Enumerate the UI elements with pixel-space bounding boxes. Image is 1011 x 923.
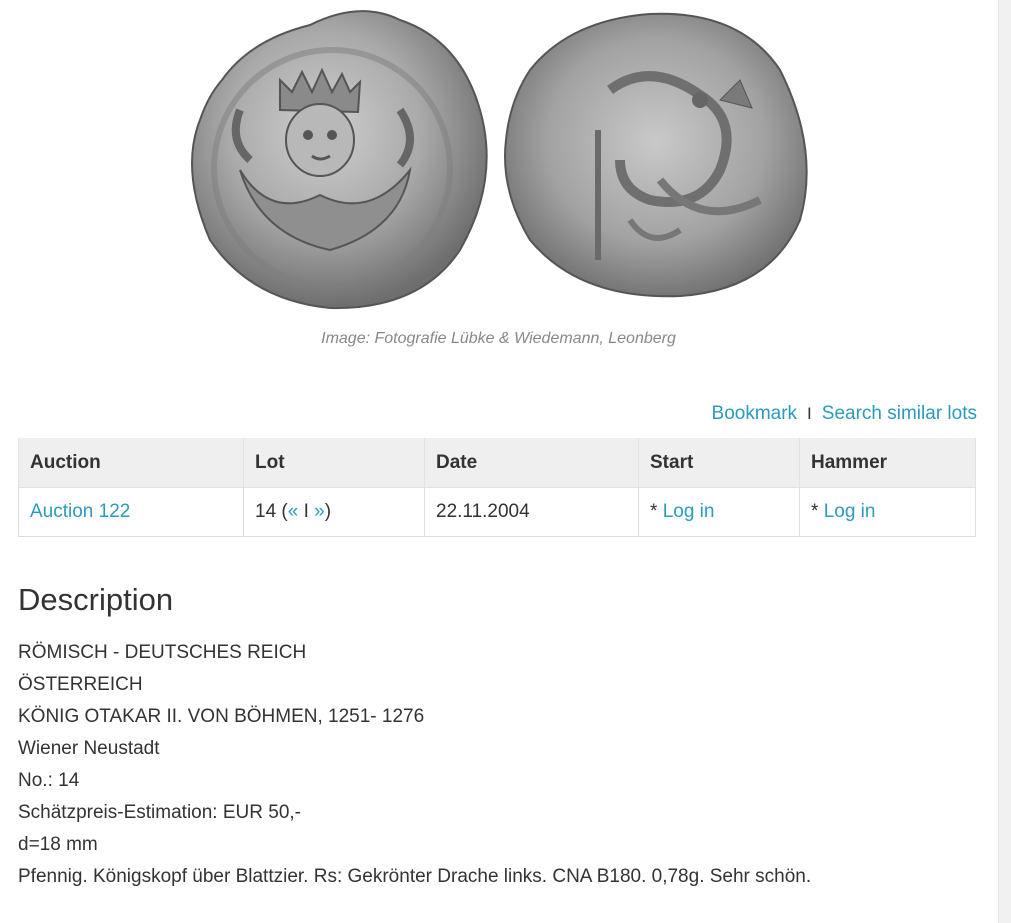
lot-table: Auction Lot Date Start Hammer Auction 12…	[18, 438, 976, 537]
hammer-prefix: *	[811, 501, 824, 522]
lot-actions: Bookmark I Search similar lots	[712, 403, 977, 425]
image-caption: Image: Fotografie Lübke & Wiedemann, Leo…	[321, 330, 676, 347]
description-line: d=18 mm	[18, 834, 98, 855]
table-row: Auction 122 14 (« I ») 22.11.2004 * Log …	[18, 487, 976, 537]
next-lot-link[interactable]: »	[314, 501, 325, 522]
cell-hammer: * Log in	[799, 487, 976, 537]
description-line: Wiener Neustadt	[18, 738, 160, 759]
header-start: Start	[638, 438, 800, 488]
description-body: RÖMISCH - DEUTSCHES REICH ÖSTERREICH KÖN…	[18, 637, 978, 893]
lot-close: )	[324, 501, 332, 522]
action-separator: I	[807, 404, 812, 423]
header-lot: Lot	[243, 438, 425, 488]
description-line: No.: 14	[18, 770, 80, 791]
description-line: Pfennig. Königskopf über Blattzier. Rs: …	[18, 866, 812, 887]
coin-image	[180, 0, 820, 312]
auction-link[interactable]: Auction 122	[30, 501, 130, 522]
vertical-scrollbar[interactable]	[998, 0, 1011, 923]
bookmark-link[interactable]: Bookmark	[712, 403, 798, 424]
coin-obverse-icon	[191, 10, 488, 310]
description-line: RÖMISCH - DEUTSCHES REICH	[18, 642, 307, 663]
description-line: KÖNIG OTAKAR II. VON BÖHMEN, 1251- 1276	[18, 706, 425, 727]
description-title: Description	[18, 582, 174, 617]
lot-number: 14 (	[255, 501, 288, 522]
cell-date: 22.11.2004	[424, 487, 639, 537]
description-line: Schätzpreis-Estimation: EUR 50,-	[18, 802, 301, 823]
hammer-login-link[interactable]: Log in	[824, 501, 876, 522]
header-date: Date	[424, 438, 639, 488]
cell-lot: 14 (« I »)	[243, 487, 425, 537]
description-line: ÖSTERREICH	[18, 674, 143, 695]
start-prefix: *	[650, 501, 663, 522]
cell-start: * Log in	[638, 487, 800, 537]
previous-lot-link[interactable]: «	[288, 501, 299, 522]
lot-nav-separator: I	[298, 501, 315, 522]
coin-reverse-icon	[504, 12, 808, 298]
table-header-row: Auction Lot Date Start Hammer	[18, 438, 976, 488]
search-similar-lots-link[interactable]: Search similar lots	[822, 403, 977, 424]
header-hammer: Hammer	[799, 438, 976, 488]
cell-auction: Auction 122	[18, 487, 244, 537]
header-auction: Auction	[18, 438, 244, 488]
start-login-link[interactable]: Log in	[663, 501, 715, 522]
